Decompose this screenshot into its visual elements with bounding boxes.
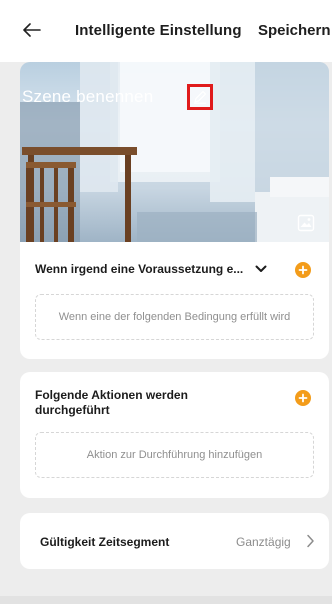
time-segment-label: Gültigkeit Zeitsegment: [40, 535, 170, 549]
arrow-left-icon: [23, 23, 41, 37]
time-segment-row[interactable]: Gültigkeit Zeitsegment Ganztägig: [20, 513, 329, 569]
page-title: Intelligente Einstellung: [75, 22, 242, 39]
action-heading: Folgende Aktionen werden durchgeführt: [35, 388, 188, 417]
pencil-icon: [194, 90, 207, 104]
bottom-edge: [0, 596, 332, 604]
save-button[interactable]: Speichern: [258, 22, 331, 39]
condition-heading: Wenn irgend eine Voraussetzung e...: [35, 262, 244, 276]
add-action-button[interactable]: [295, 390, 311, 406]
add-action-area[interactable]: Aktion zur Durchführung hinzufügen: [35, 432, 314, 478]
time-segment-value: Ganztägig: [236, 535, 291, 549]
condition-card: Wenn irgend eine Voraussetzung e... Wenn…: [20, 242, 329, 359]
chevron-down-icon[interactable]: [255, 264, 267, 274]
scene-name-label: Szene benennen: [22, 87, 154, 106]
back-button[interactable]: [20, 18, 44, 42]
chevron-right-icon: [307, 534, 314, 548]
top-bar: Intelligente Einstellung Speichern: [0, 0, 332, 62]
plus-icon: [298, 265, 308, 275]
edit-name-button[interactable]: [187, 84, 213, 110]
change-image-button[interactable]: [297, 214, 315, 232]
add-condition-area[interactable]: Wenn eine der folgenden Bedingung erfüll…: [35, 294, 314, 340]
add-condition-button[interactable]: [295, 262, 311, 278]
image-icon: [297, 214, 315, 232]
action-card: Folgende Aktionen werden durchgeführt Ak…: [20, 372, 329, 498]
smart-scene-screen: Intelligente Einstellung Speichern Szene…: [0, 0, 332, 604]
plus-icon: [298, 393, 308, 403]
scene-cover-image: Szene benennen: [20, 62, 329, 242]
